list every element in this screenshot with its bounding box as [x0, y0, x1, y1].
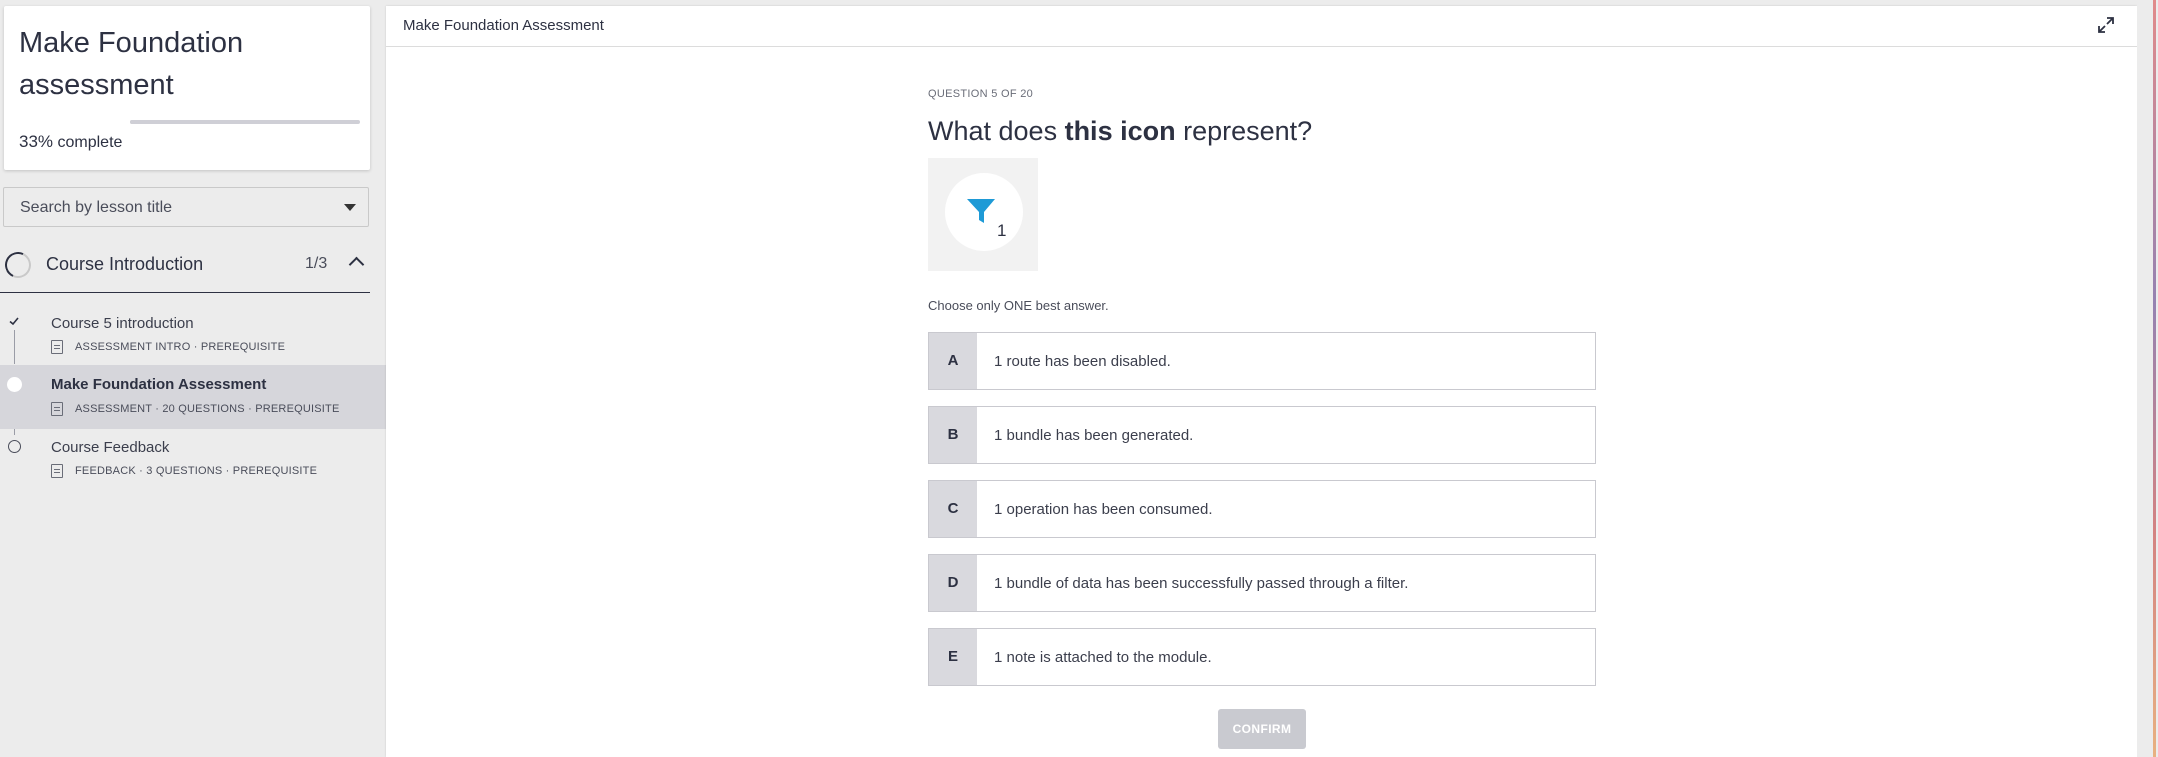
window-edge: [2137, 0, 2158, 757]
progress-bar: [130, 120, 360, 124]
expand-icon[interactable]: [2097, 16, 2115, 34]
confirm-button[interactable]: CONFIRM: [1218, 709, 1306, 749]
answer-instruction: Choose only ONE best answer.: [928, 298, 1109, 313]
section-title: Course Introduction: [46, 254, 204, 274]
lesson-meta-text: FEEDBACK · 3 QUESTIONS · PREREQUISITE: [75, 465, 318, 477]
course-sidebar: Make Foundation assessment 33% complete …: [0, 0, 386, 757]
filter-count-text: 1: [997, 221, 1007, 240]
assessment-header: Make Foundation Assessment: [386, 6, 2137, 47]
lesson-item-make-foundation-assessment[interactable]: Make Foundation Assessment ASSESSMENT · …: [0, 365, 386, 429]
filter-icon: [967, 199, 995, 223]
answer-option-d[interactable]: D 1 bundle of data has been successfully…: [928, 554, 1596, 612]
question-title: What does this icon represent?: [928, 116, 1312, 147]
option-text: 1 operation has been consumed.: [994, 501, 1213, 518]
question-number: QUESTION 5 OF 20: [928, 88, 1034, 100]
option-text: 1 note is attached to the module.: [994, 649, 1212, 666]
option-letter: C: [929, 481, 977, 537]
progress-bar-fill: [130, 120, 206, 124]
section-lesson-count: 1/3: [305, 255, 328, 272]
lesson-title: Make Foundation Assessment: [51, 376, 267, 393]
chevron-up-icon[interactable]: [348, 256, 365, 273]
answer-option-e[interactable]: E 1 note is attached to the module.: [928, 628, 1596, 686]
section-header-course-introduction[interactable]: Course Introduction 1/3: [0, 240, 370, 293]
caret-down-icon: [344, 204, 356, 211]
option-letter: B: [929, 407, 977, 463]
not-started-marker-icon: [8, 440, 21, 453]
course-summary-card: Make Foundation assessment 33% complete: [4, 6, 370, 170]
question-image: 1: [928, 158, 1038, 271]
option-letter: D: [929, 555, 977, 611]
answer-option-c[interactable]: C 1 operation has been consumed.: [928, 480, 1596, 538]
lesson-search-select[interactable]: Search by lesson title: [3, 187, 369, 227]
answer-option-b[interactable]: B 1 bundle has been generated.: [928, 406, 1596, 464]
window-edge-stripe: [2153, 0, 2156, 757]
progress-text: 33% complete: [19, 132, 122, 152]
assessment-title: Make Foundation Assessment: [403, 17, 604, 34]
lesson-meta-text: ASSESSMENT INTRO · PREREQUISITE: [75, 341, 286, 353]
document-icon: [51, 464, 63, 478]
lesson-item-course-feedback[interactable]: Course Feedback FEEDBACK · 3 QUESTIONS ·…: [0, 429, 386, 493]
question-suffix: represent?: [1175, 116, 1313, 146]
course-title: Make Foundation assessment: [19, 27, 244, 101]
lesson-meta: FEEDBACK · 3 QUESTIONS · PREREQUISITE: [51, 464, 317, 478]
option-text: 1 bundle of data has been successfully p…: [994, 575, 1409, 592]
current-lesson-marker-icon: [7, 377, 22, 392]
lesson-title: Course 5 introduction: [51, 315, 194, 332]
lesson-title: Course Feedback: [51, 439, 170, 456]
document-icon: [51, 340, 63, 354]
answer-option-a[interactable]: A 1 route has been disabled.: [928, 332, 1596, 390]
option-letter: A: [929, 333, 977, 389]
lesson-meta: ASSESSMENT · 20 QUESTIONS · PREREQUISITE: [51, 402, 340, 416]
checkmark-icon: [9, 317, 19, 326]
option-text: 1 bundle has been generated.: [994, 427, 1194, 444]
question-emphasis: this icon: [1064, 116, 1176, 146]
section-progress-icon: [1, 248, 35, 282]
option-text: 1 route has been disabled.: [994, 353, 1171, 370]
question-prefix: What does: [928, 116, 1065, 146]
lesson-item-course-5-introduction[interactable]: Course 5 introduction ASSESSMENT INTRO ·…: [0, 305, 386, 369]
progress-percent: 33%: [19, 132, 54, 151]
option-letter: E: [929, 629, 977, 685]
assessment-panel: Make Foundation Assessment QUESTION 5 OF…: [386, 6, 2137, 757]
lesson-search-placeholder: Search by lesson title: [20, 199, 173, 216]
lesson-meta: ASSESSMENT INTRO · PREREQUISITE: [51, 340, 285, 354]
filter-icon-badge: 1: [945, 173, 1023, 251]
document-icon: [51, 402, 63, 416]
progress-suffix: complete: [57, 134, 123, 151]
lesson-meta-text: ASSESSMENT · 20 QUESTIONS · PREREQUISITE: [75, 403, 340, 415]
